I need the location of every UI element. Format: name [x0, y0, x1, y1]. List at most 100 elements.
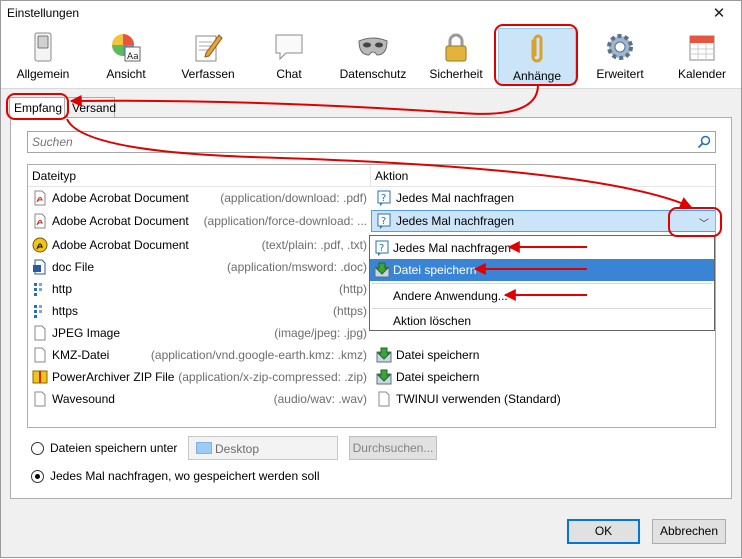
- protocol-icon: [34, 305, 42, 318]
- save-icon: [374, 262, 390, 278]
- row-action: Datei speichern: [396, 348, 480, 362]
- toolbar-advanced-label: Erweitert: [596, 67, 644, 81]
- ask-icon: ?: [377, 190, 391, 206]
- file-icon: [34, 391, 46, 407]
- word-icon: [33, 259, 46, 275]
- toolbar-privacy-label: Datenschutz: [339, 67, 407, 81]
- compose-icon: [195, 34, 223, 62]
- search-icon[interactable]: [697, 135, 711, 149]
- row-mime: (http): [338, 282, 367, 296]
- menu-item-delete-action[interactable]: Aktion löschen: [370, 310, 714, 332]
- menu-item-always-ask[interactable]: ? Jedes Mal nachfragen: [370, 237, 714, 259]
- cancel-button[interactable]: Abbrechen: [652, 519, 726, 544]
- action-select[interactable]: ? Jedes Mal nachfragen ﹀: [371, 210, 715, 232]
- toolbar-display-label: Ansicht: [106, 67, 146, 81]
- svg-text:?: ?: [381, 193, 386, 204]
- menu-item-save-file[interactable]: Datei speichern: [370, 259, 714, 281]
- always-ask-label: Jedes Mal nachfragen, wo gespeichert wer…: [50, 469, 320, 483]
- chat-icon: [275, 34, 303, 61]
- folder-icon: [196, 442, 212, 454]
- save-to-radio[interactable]: [31, 442, 44, 455]
- toolbar-compose[interactable]: Verfassen: [169, 27, 247, 87]
- palette-icon: Aa: [112, 34, 141, 62]
- toolbar-security[interactable]: Sicherheit: [421, 27, 491, 87]
- tab-incoming[interactable]: Empfang: [9, 97, 65, 119]
- lock-icon: [445, 33, 467, 62]
- toolbar-display[interactable]: Aa Ansicht: [89, 27, 163, 87]
- pdf-icon: [34, 213, 46, 229]
- row-mime: (application/msword: .doc): [226, 260, 367, 274]
- column-separator[interactable]: [370, 165, 371, 187]
- column-header-type[interactable]: Dateityp: [32, 169, 76, 183]
- row-mime: (audio/wav: .wav): [273, 392, 367, 406]
- row-action: TWINUI verwenden (Standard): [396, 392, 561, 406]
- row-type-name: Adobe Acrobat Document: [52, 214, 189, 228]
- menu-item-label: Aktion löschen: [393, 314, 472, 328]
- toolbar-attachments-label: Anhänge: [512, 69, 562, 83]
- row-type-name: PowerArchiver ZIP File: [52, 370, 175, 384]
- row-action: Jedes Mal nachfragen: [396, 191, 515, 205]
- chevron-down-icon[interactable]: ﹀: [699, 215, 709, 230]
- row-mime: (application/force-download: ...: [203, 214, 367, 228]
- menu-item-other-application[interactable]: Andere Anwendung...: [370, 285, 714, 307]
- file-icon: [34, 325, 46, 341]
- row-type-name: Adobe Acrobat Document: [52, 191, 189, 205]
- toolbar-advanced[interactable]: Erweitert: [583, 27, 657, 87]
- table-row[interactable]: Wavesound (audio/wav: .wav) TWINUI verwe…: [28, 388, 715, 410]
- pdf-icon: [34, 190, 46, 206]
- paperclip-icon: [531, 34, 543, 63]
- menu-item-label: Datei speichern: [393, 263, 477, 277]
- toolbar-general[interactable]: Allgemein: [5, 27, 81, 87]
- row-mime: (application/vnd.google-earth.kmz: .kmz): [150, 348, 367, 362]
- row-mime: (https): [332, 304, 367, 318]
- preferences-toolbar: Allgemein Aa Ansicht Verfassen Chat Date…: [1, 27, 741, 89]
- toolbar-calendar-label: Kalender: [677, 67, 727, 81]
- toolbar-calendar[interactable]: Kalender: [665, 27, 739, 87]
- table-row[interactable]: PowerArchiver ZIP File (application/x-zi…: [28, 366, 715, 388]
- toolbar-chat[interactable]: Chat: [257, 27, 321, 87]
- mask-icon: [358, 37, 388, 56]
- close-icon: ✕: [712, 5, 726, 22]
- action-dropdown-menu: ? Jedes Mal nachfragen Datei speichern A…: [369, 235, 715, 331]
- search-input[interactable]: [32, 134, 692, 150]
- row-type-name: Adobe Acrobat Document: [52, 238, 189, 252]
- svg-text:?: ?: [379, 243, 384, 254]
- row-type-name: http: [52, 282, 73, 296]
- tab-outgoing[interactable]: Versand: [67, 97, 116, 118]
- search-box[interactable]: [27, 131, 716, 153]
- menu-separator: [372, 283, 712, 284]
- table-row[interactable]: Adobe Acrobat Document (application/down…: [28, 187, 715, 209]
- svg-text:?: ?: [381, 216, 386, 227]
- toolbar-attachments[interactable]: Anhänge: [498, 28, 576, 85]
- toolbar-chat-label: Chat: [276, 67, 302, 81]
- row-mime: (image/jpeg: .jpg): [274, 326, 367, 340]
- save-icon: [376, 347, 392, 363]
- row-type-name: KMZ-Datei: [52, 348, 110, 362]
- gear-icon: [607, 34, 633, 60]
- close-button[interactable]: ✕: [697, 1, 741, 27]
- menu-separator: [372, 308, 712, 309]
- row-type-name: doc File: [52, 260, 95, 274]
- table-row[interactable]: KMZ-Datei (application/vnd.google-earth.…: [28, 344, 715, 366]
- svg-text:Aa: Aa: [127, 52, 139, 62]
- window-title: Einstellungen: [7, 6, 80, 20]
- ok-button[interactable]: OK: [567, 519, 640, 544]
- ask-icon: ?: [375, 240, 389, 256]
- toolbar-privacy[interactable]: Datenschutz: [329, 27, 417, 87]
- toolbar-security-label: Sicherheit: [429, 67, 483, 81]
- row-type-name: https: [52, 304, 79, 318]
- archive-icon: [32, 370, 48, 384]
- row-type-name: JPEG Image: [52, 326, 121, 340]
- column-header-action[interactable]: Aktion: [375, 169, 408, 183]
- switch-icon: [34, 32, 52, 62]
- file-icon: [378, 391, 390, 407]
- browse-button[interactable]: Durchsuchen...: [349, 436, 437, 460]
- protocol-icon: [34, 283, 42, 296]
- row-mime: (text/plain: .pdf, .txt): [261, 238, 367, 252]
- menu-item-label: Andere Anwendung...: [393, 289, 508, 303]
- file-icon: [34, 347, 46, 363]
- list-header: Dateityp Aktion: [28, 165, 715, 187]
- always-ask-radio[interactable]: [31, 470, 44, 483]
- row-action: Datei speichern: [396, 370, 480, 384]
- row-type-name: Wavesound: [52, 392, 115, 406]
